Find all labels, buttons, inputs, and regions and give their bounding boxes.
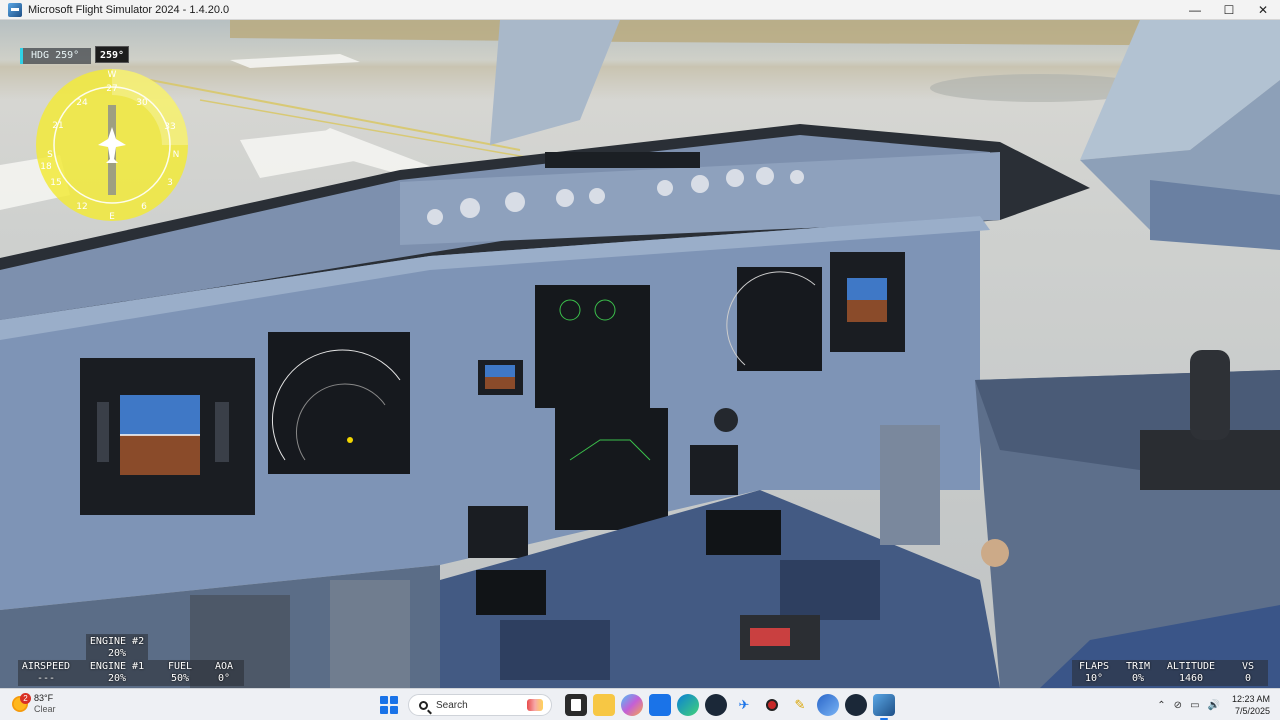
search-icon	[419, 700, 428, 710]
engine1-value: 20%	[107, 673, 127, 684]
compass-label-12: 12	[76, 202, 87, 212]
steam-2-icon[interactable]	[845, 694, 867, 716]
weather-condition: Clear	[34, 704, 56, 714]
altitude-value: 1460	[1178, 673, 1204, 684]
airspeed-label: AIRSPEED	[21, 661, 71, 672]
compass-label-n: N	[173, 150, 180, 160]
store-icon[interactable]	[649, 694, 671, 716]
chevron-up-icon[interactable]: ⌃	[1157, 700, 1165, 711]
fuel-value: 50%	[170, 673, 190, 684]
airspeed-value: ---	[36, 673, 56, 684]
aoa-stat: AOA 0°	[206, 661, 242, 685]
compass-label-21: 21	[52, 121, 63, 131]
clock-date: 7/5/2025	[1234, 706, 1270, 716]
heading-readout: HDG 259°	[20, 48, 92, 64]
copilot-icon[interactable]	[621, 694, 643, 716]
flaps-value: 10°	[1084, 673, 1104, 684]
windows-start-icon[interactable]	[380, 696, 398, 714]
compass-label-30: 30	[136, 98, 148, 108]
windows-taskbar: 2 83°F Clear Search ✈ ✎ ⌃ ⊘ ▭ 🔊 12:23 AM…	[0, 688, 1280, 720]
compass-label-e: E	[109, 212, 115, 222]
clock-time: 12:23 AM	[1231, 694, 1270, 704]
compass-label-6: 6	[141, 202, 147, 212]
weather-widget[interactable]: 2 83°F Clear	[12, 693, 56, 715]
edge-beta-icon[interactable]	[817, 694, 839, 716]
cockpit-illustration	[0, 20, 1280, 688]
compass-label-18: 18	[40, 162, 52, 172]
window-title: Microsoft Flight Simulator 2024 - 1.4.20…	[28, 3, 230, 16]
compass-rose: 21 24 27 30 33 N S E W 3 6 12 15 18	[36, 69, 188, 222]
heading-value: 259°	[55, 50, 80, 61]
window-controls: — ☐ ✕	[1178, 0, 1280, 20]
search-placeholder: Search	[436, 699, 468, 711]
edge-icon[interactable]	[677, 694, 699, 716]
aoa-label: AOA	[214, 661, 234, 672]
search-highlight-icon	[527, 699, 543, 711]
trim-value: 0%	[1131, 673, 1145, 684]
vs-stat: VS 0	[1230, 661, 1266, 685]
close-button[interactable]: ✕	[1246, 0, 1280, 20]
engine2-stat: ENGINE #2 20%	[86, 636, 148, 660]
msfs-taskbar-icon[interactable]	[873, 694, 895, 720]
compass-label-27: 27	[106, 84, 117, 94]
minimize-button[interactable]: —	[1178, 0, 1212, 20]
flaps-label: FLAPS	[1078, 661, 1110, 672]
display-icon[interactable]: ▭	[1190, 700, 1199, 711]
sun-icon: 2	[12, 693, 31, 712]
folder-icon[interactable]	[593, 694, 615, 716]
window-title-bar[interactable]: Microsoft Flight Simulator 2024 - 1.4.20…	[0, 0, 1280, 20]
fuel-label: FUEL	[167, 661, 193, 672]
taskbar-center: Search ✈ ✎	[380, 693, 898, 720]
engine1-stat: ENGINE #1 20%	[86, 661, 148, 685]
compass-label-w: W	[108, 70, 117, 80]
volume-icon[interactable]: 🔊	[1208, 700, 1220, 711]
cockpit-viewport[interactable]: HDG 259° 259° 21 24 27 30 33 N S E W 3 6 …	[0, 20, 1280, 688]
engine2-value: 20%	[107, 648, 127, 659]
altitude-label: ALTITUDE	[1166, 661, 1216, 672]
pen-icon[interactable]: ✎	[789, 694, 811, 716]
flaps-stat: FLAPS 10°	[1074, 661, 1114, 685]
engine2-label: ENGINE #2	[89, 636, 145, 647]
compass-label-15: 15	[50, 178, 61, 188]
network-icon[interactable]: ⊘	[1174, 700, 1182, 711]
file-explorer-icon[interactable]	[565, 694, 587, 716]
system-tray: ⌃ ⊘ ▭ 🔊 12:23 AM 7/5/2025	[1149, 692, 1270, 718]
vs-label: VS	[1241, 661, 1255, 672]
trim-stat: TRIM 0%	[1120, 661, 1156, 685]
weather-text: 83°F Clear	[34, 693, 56, 715]
msfs-window: Microsoft Flight Simulator 2024 - 1.4.20…	[0, 0, 1280, 720]
compass-label-3: 3	[167, 178, 173, 188]
airplane-icon[interactable]: ✈	[733, 694, 755, 716]
fuel-stat: FUEL 50%	[162, 661, 198, 685]
trim-label: TRIM	[1125, 661, 1151, 672]
clock[interactable]: 12:23 AM 7/5/2025	[1232, 693, 1270, 717]
msfs-app-icon	[8, 2, 22, 17]
maximize-button[interactable]: ☐	[1212, 0, 1246, 20]
steam-icon[interactable]	[705, 694, 727, 716]
record-icon[interactable]	[761, 694, 783, 716]
vs-value: 0	[1244, 673, 1252, 684]
airspeed-stat: AIRSPEED ---	[20, 661, 72, 685]
compass-label-33: 33	[164, 122, 175, 132]
compass-label-s: S	[47, 150, 53, 160]
weather-temp: 83°F	[34, 693, 54, 703]
search-box[interactable]: Search	[408, 694, 552, 716]
engine1-label: ENGINE #1	[89, 661, 145, 672]
altitude-stat: ALTITUDE 1460	[1162, 661, 1220, 685]
aoa-value: 0°	[217, 673, 231, 684]
heading-label: HDG	[31, 50, 50, 61]
notification-badge: 2	[20, 693, 31, 704]
compass-label-24: 24	[76, 98, 88, 108]
heading-bug-box: 259°	[95, 46, 129, 63]
